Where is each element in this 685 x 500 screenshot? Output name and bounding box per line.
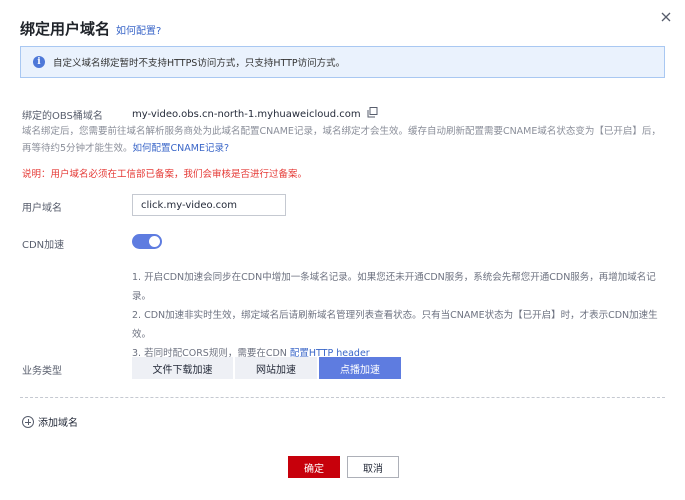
cdn-note-2: 2. CDN加速非实时生效，绑定域名后请刷新域名管理列表查看状态。只有当CNAM…: [132, 310, 658, 340]
business-type-selector: 文件下载加速 网站加速 点播加速: [132, 357, 403, 379]
add-domain-label: 添加域名: [38, 418, 78, 429]
business-type-label: 业务类型: [22, 366, 62, 377]
confirm-button[interactable]: 确定: [288, 456, 340, 478]
cdn-label: CDN加速: [22, 240, 65, 251]
bucket-domain-label: 绑定的OBS桶域名: [22, 111, 103, 122]
bucket-domain-value: my-video.obs.cn-north-1.myhuaweicloud.co…: [132, 109, 361, 120]
configure-cname-link[interactable]: 如何配置CNAME记录?: [133, 143, 229, 154]
copy-icon[interactable]: [367, 107, 378, 121]
info-text: 自定义域名绑定暂时不支持HTTPS访问方式，只支持HTTP访问方式。: [53, 58, 346, 69]
cname-description-text: 域名绑定后，您需要前往域名解析服务商处为此域名配置CNAME记录，域名绑定才会生…: [22, 126, 661, 154]
close-icon[interactable]: [659, 10, 673, 24]
add-domain-button[interactable]: 添加域名: [22, 414, 78, 429]
info-icon: i: [33, 56, 45, 68]
filing-warning: 说明：用户域名必须在工信部已备案，我们会审核是否进行过备案。: [22, 169, 308, 180]
toggle-knob: [149, 236, 160, 247]
cdn-note-1: 1. 开启CDN加速会同步在CDN中增加一条域名记录。如果您还未开通CDN服务，…: [132, 272, 656, 302]
user-domain-input[interactable]: [132, 194, 286, 216]
divider: [20, 397, 665, 398]
user-domain-label: 用户域名: [22, 203, 62, 214]
cname-description: 域名绑定后，您需要前往域名解析服务商处为此域名配置CNAME记录，域名绑定才会生…: [22, 123, 667, 157]
bucket-domain-row: my-video.obs.cn-north-1.myhuaweicloud.co…: [132, 107, 378, 121]
info-banner: i 自定义域名绑定暂时不支持HTTPS访问方式，只支持HTTP访问方式。: [20, 46, 665, 78]
option-website[interactable]: 网站加速: [235, 357, 317, 379]
bind-domain-dialog: 绑定用户域名 如何配置? i 自定义域名绑定暂时不支持HTTPS访问方式，只支持…: [0, 0, 685, 500]
option-file-download[interactable]: 文件下载加速: [132, 357, 233, 379]
option-vod[interactable]: 点播加速: [319, 357, 401, 379]
cdn-toggle[interactable]: [132, 234, 162, 249]
dialog-title: 绑定用户域名: [20, 20, 111, 38]
dialog-header: 绑定用户域名 如何配置?: [20, 18, 161, 39]
how-to-configure-link[interactable]: 如何配置?: [116, 22, 161, 37]
cancel-button[interactable]: 取消: [347, 456, 399, 478]
plus-circle-icon: [22, 415, 34, 428]
